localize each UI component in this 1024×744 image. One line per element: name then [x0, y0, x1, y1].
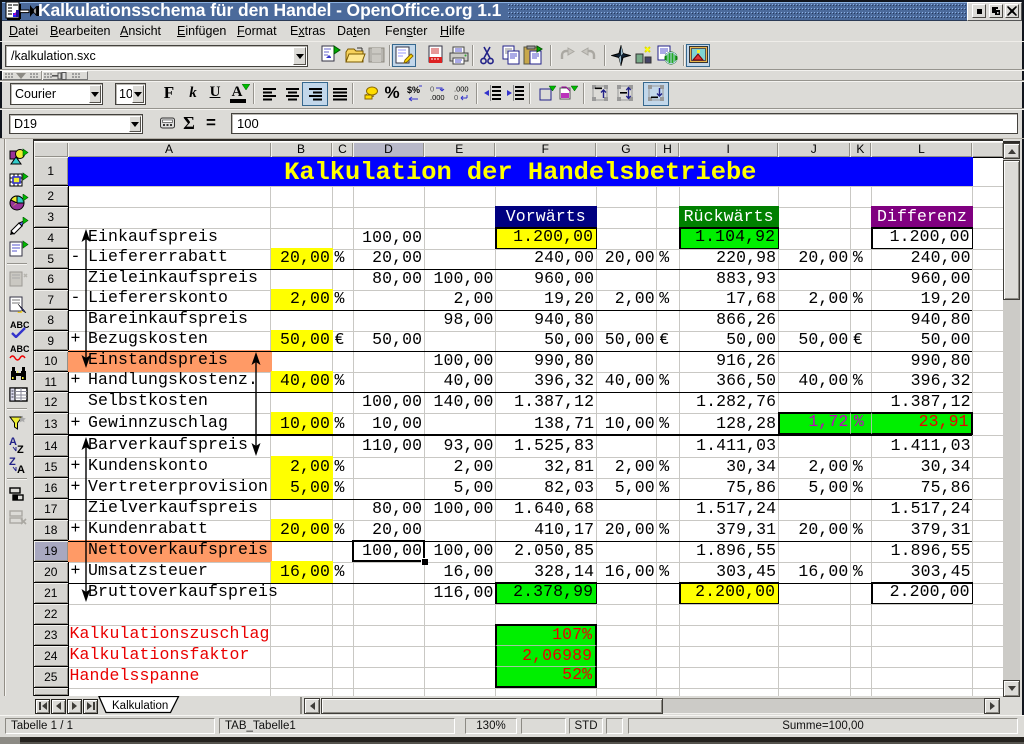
svg-text:0: 0 — [454, 93, 458, 102]
svg-text:A: A — [9, 436, 17, 448]
svg-text:ABC: ABC — [10, 344, 29, 354]
svg-text:.000: .000 — [430, 93, 445, 102]
svg-text:ABC: ABC — [10, 320, 29, 330]
svg-text:Z: Z — [9, 456, 16, 468]
svg-text:$%: $% — [407, 85, 420, 95]
svg-text:A: A — [17, 464, 25, 474]
svg-text:Z: Z — [17, 444, 24, 454]
